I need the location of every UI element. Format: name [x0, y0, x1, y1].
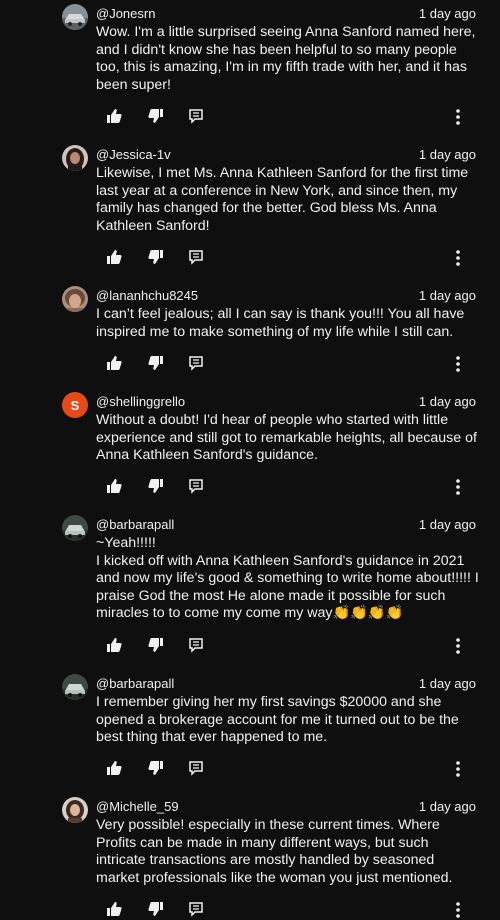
comment: S @shellinggrello 1 day ago Without a do…: [0, 392, 500, 500]
comment-text: Wow. I'm a little surprised seeing Anna …: [96, 24, 480, 93]
avatar[interactable]: [62, 674, 88, 700]
thumbs-down-icon[interactable]: [148, 478, 164, 494]
comment-username[interactable]: @Jessica-1v: [96, 147, 171, 162]
comment-username[interactable]: @Jonesrn: [96, 6, 155, 21]
reply-icon[interactable]: [188, 637, 204, 653]
thumbs-down-icon[interactable]: [148, 108, 164, 124]
comment: @Jessica-1v 1 day ago Likewise, I met Ms…: [0, 145, 500, 271]
comment-actions: [104, 478, 474, 496]
comment-timestamp[interactable]: 1 day ago: [419, 147, 476, 162]
avatar[interactable]: [62, 797, 88, 823]
comment-actions: [104, 760, 474, 778]
comment-timestamp[interactable]: 1 day ago: [419, 6, 476, 21]
more-vertical-icon[interactable]: [454, 355, 462, 372]
thumbs-down-icon[interactable]: [148, 901, 164, 917]
comment-timestamp[interactable]: 1 day ago: [419, 676, 476, 691]
avatar[interactable]: [62, 4, 88, 30]
comment-text: ~Yeah!!!!! I kicked off with Anna Kathle…: [96, 535, 479, 622]
comment-actions: [104, 355, 474, 373]
more-vertical-icon[interactable]: [454, 478, 462, 495]
more-vertical-icon[interactable]: [454, 901, 462, 918]
thumbs-down-icon[interactable]: [148, 637, 164, 653]
thumbs-up-icon[interactable]: [106, 249, 122, 265]
car-avatar-icon: [62, 515, 88, 541]
reply-icon[interactable]: [188, 901, 204, 917]
comment-actions: [104, 901, 474, 919]
thumbs-up-icon[interactable]: [106, 760, 122, 776]
comment-timestamp[interactable]: 1 day ago: [419, 394, 476, 409]
comment-username[interactable]: @lananhchu8245: [96, 288, 198, 303]
comment: @barbarapall 1 day ago I remember giving…: [0, 674, 500, 782]
comment-actions: [104, 249, 474, 267]
car-avatar-icon: [62, 4, 88, 30]
comment-username[interactable]: @barbarapall: [96, 676, 174, 691]
avatar[interactable]: [62, 145, 88, 171]
reply-icon[interactable]: [188, 249, 204, 265]
thumbs-up-icon[interactable]: [106, 637, 122, 653]
car-avatar-icon: [62, 674, 88, 700]
comment: @lananhchu8245 1 day ago I can’t feel je…: [0, 286, 500, 378]
comment: @Michelle_59 1 day ago Very possible! es…: [0, 797, 500, 920]
comment-text: Very possible! especially in these curre…: [96, 817, 453, 886]
reply-icon[interactable]: [188, 355, 204, 371]
comment-timestamp[interactable]: 1 day ago: [419, 799, 476, 814]
comment-actions: [104, 637, 474, 655]
thumbs-up-icon[interactable]: [106, 478, 122, 494]
comment-username[interactable]: @Michelle_59: [96, 799, 179, 814]
comment-actions: [104, 108, 474, 126]
avatar[interactable]: [62, 515, 88, 541]
avatar[interactable]: [62, 286, 88, 312]
thumbs-down-icon[interactable]: [148, 249, 164, 265]
comment-text: Without a doubt! I'd hear of people who …: [96, 412, 481, 464]
comment: @barbarapall 1 day ago ~Yeah!!!!! I kick…: [0, 515, 500, 659]
comment-text: I remember giving her my first savings $…: [96, 694, 463, 746]
comment-text: I can’t feel jealous; all I can say is t…: [96, 306, 469, 340]
thumbs-down-icon[interactable]: [148, 760, 164, 776]
comment-timestamp[interactable]: 1 day ago: [419, 517, 476, 532]
comment-text: Likewise, I met Ms. Anna Kathleen Sanfor…: [96, 165, 473, 234]
reply-icon[interactable]: [188, 760, 204, 776]
face-avatar-icon: [62, 286, 88, 312]
thumbs-up-icon[interactable]: [106, 108, 122, 124]
more-vertical-icon[interactable]: [454, 249, 462, 266]
comment-username[interactable]: @barbarapall: [96, 517, 174, 532]
more-vertical-icon[interactable]: [454, 637, 462, 654]
more-vertical-icon[interactable]: [454, 760, 462, 777]
thumbs-up-icon[interactable]: [106, 355, 122, 371]
avatar[interactable]: S: [62, 392, 88, 418]
thumbs-up-icon[interactable]: [106, 901, 122, 917]
thumbs-down-icon[interactable]: [148, 355, 164, 371]
more-vertical-icon[interactable]: [454, 108, 462, 125]
comment-timestamp[interactable]: 1 day ago: [419, 288, 476, 303]
woman-avatar-icon: [62, 145, 88, 171]
woman-avatar-icon: [62, 797, 88, 823]
comment: @Jonesrn 1 day ago Wow. I'm a little sur…: [0, 4, 500, 130]
comment-username[interactable]: @shellinggrello: [96, 394, 185, 409]
reply-icon[interactable]: [188, 478, 204, 494]
reply-icon[interactable]: [188, 108, 204, 124]
